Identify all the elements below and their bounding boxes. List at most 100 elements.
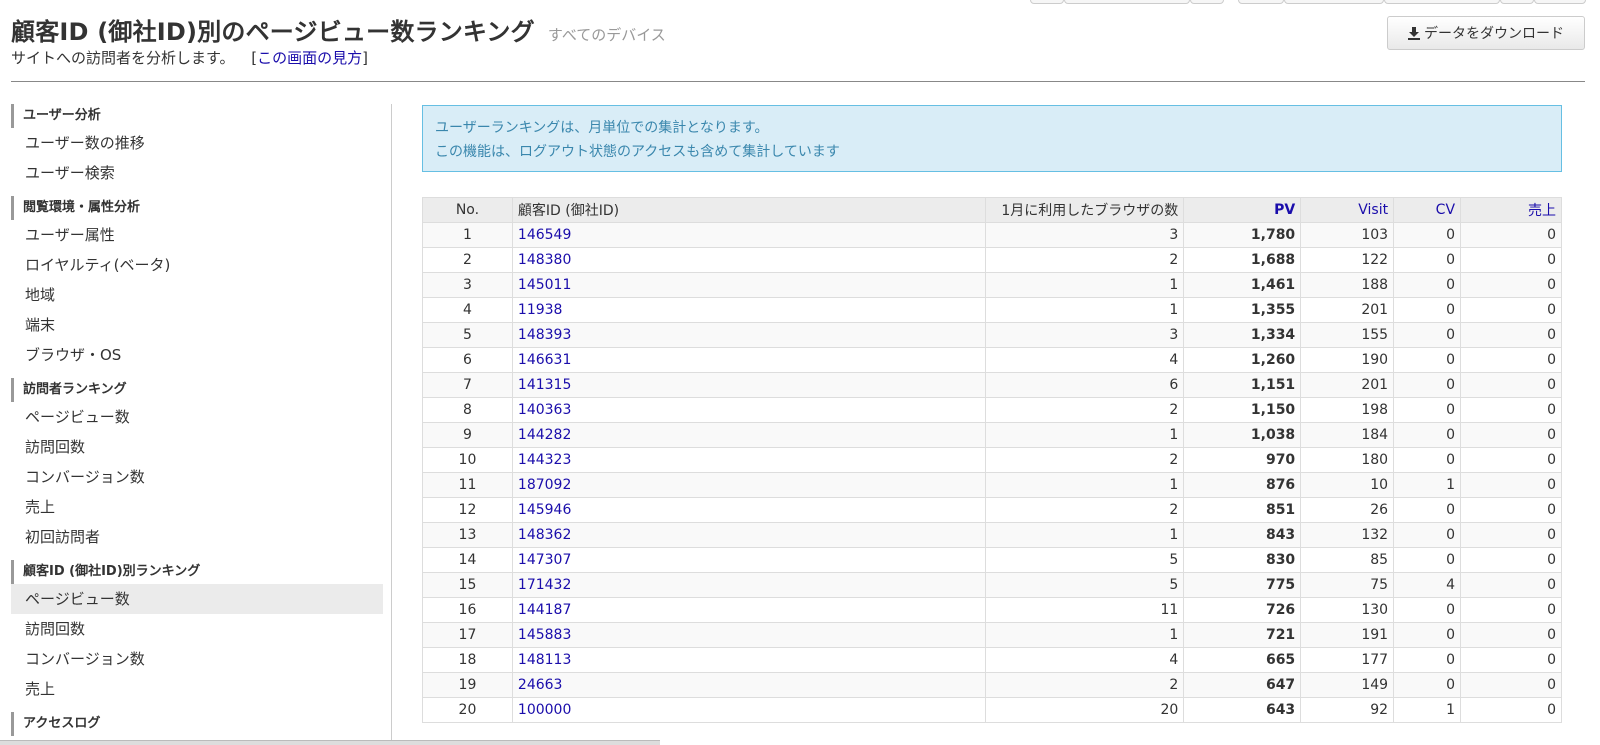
cell-no: 2 xyxy=(422,247,513,273)
table-row: 15 171432 5 775 75 4 0 xyxy=(422,572,1562,598)
cell-id: 141315 xyxy=(511,372,987,398)
top-control-d[interactable] xyxy=(1384,0,1500,4)
download-button[interactable]: データをダウンロード xyxy=(1387,16,1585,50)
cell-browsers: 4 xyxy=(985,647,1185,673)
col-pv[interactable]: PV xyxy=(1183,197,1302,223)
cell-id: 145883 xyxy=(511,622,987,648)
cell-id: 148113 xyxy=(511,647,987,673)
cell-no: 15 xyxy=(422,572,513,598)
cell-visit: 198 xyxy=(1300,397,1395,423)
sidebar-item[interactable]: 初回訪問者 xyxy=(11,522,383,552)
cell-visit: 103 xyxy=(1300,222,1395,248)
customer-id-link[interactable]: 144282 xyxy=(518,427,571,443)
date-select-end[interactable] xyxy=(1284,0,1384,4)
cell-cv: 0 xyxy=(1393,272,1462,298)
sort-sales-link[interactable]: 売上 xyxy=(1528,203,1556,219)
cell-pv: 665 xyxy=(1183,647,1302,673)
table-row: 12 145946 2 851 26 0 0 xyxy=(422,497,1562,523)
customer-id-link[interactable]: 146631 xyxy=(518,352,571,368)
cell-no: 16 xyxy=(422,597,513,623)
cell-no: 19 xyxy=(422,672,513,698)
sidebar-item[interactable]: ユーザー数の推移 xyxy=(11,128,383,158)
sidebar-item[interactable]: ブラウザ・OS xyxy=(11,340,383,370)
top-control-b[interactable] xyxy=(1190,0,1224,4)
horizontal-scrollbar[interactable] xyxy=(0,740,660,745)
cell-pv: 851 xyxy=(1183,497,1302,523)
cell-no: 9 xyxy=(422,422,513,448)
col-cv[interactable]: CV xyxy=(1393,197,1462,223)
top-control-f[interactable] xyxy=(1534,0,1586,4)
sidebar-item[interactable]: ユーザー属性 xyxy=(11,220,383,250)
sidebar-item[interactable]: 訪問回数 xyxy=(11,614,383,644)
help-link[interactable]: この画面の見方 xyxy=(257,49,362,67)
cell-browsers: 20 xyxy=(985,697,1185,723)
cell-browsers: 1 xyxy=(985,422,1185,448)
col-visit[interactable]: Visit xyxy=(1300,197,1395,223)
customer-id-link[interactable]: 145883 xyxy=(518,627,571,643)
customer-id-link[interactable]: 187092 xyxy=(518,477,571,493)
date-select-start[interactable] xyxy=(1064,0,1190,4)
sidebar-item[interactable]: 売上 xyxy=(11,492,383,522)
sort-cv-link[interactable]: CV xyxy=(1436,202,1455,218)
col-customer-id: 顧客ID (御社ID) xyxy=(511,197,987,223)
cell-no: 3 xyxy=(422,272,513,298)
sort-visit-link[interactable]: Visit xyxy=(1358,202,1388,218)
sidebar-item[interactable]: ページビュー数 xyxy=(11,402,383,432)
sidebar-item[interactable]: コンバージョン数 xyxy=(11,462,383,492)
sidebar-item[interactable]: 端末 xyxy=(11,310,383,340)
sort-pv-link[interactable]: PV xyxy=(1274,202,1295,218)
info-line-2: この機能は、ログアウト状態のアクセスも含めて集計しています xyxy=(435,144,840,160)
customer-id-link[interactable]: 144187 xyxy=(518,602,571,618)
cell-cv: 0 xyxy=(1393,522,1462,548)
cell-no: 14 xyxy=(422,547,513,573)
cell-id: 144187 xyxy=(511,597,987,623)
top-control-c[interactable] xyxy=(1238,0,1284,4)
cell-id: 147307 xyxy=(511,547,987,573)
col-browser-count: 1月に利用したブラウザの数 xyxy=(985,197,1185,223)
sidebar-item[interactable]: 売上 xyxy=(11,674,383,704)
cell-cv: 0 xyxy=(1393,322,1462,348)
sidebar-item[interactable]: ユーザー検索 xyxy=(11,158,383,188)
customer-id-link[interactable]: 141315 xyxy=(518,377,571,393)
customer-id-link[interactable]: 171432 xyxy=(518,577,571,593)
customer-id-link[interactable]: 145011 xyxy=(518,277,571,293)
customer-id-link[interactable]: 148393 xyxy=(518,327,571,343)
col-sales[interactable]: 売上 xyxy=(1460,197,1562,223)
sidebar-item[interactable]: ロイヤルティ(ベータ) xyxy=(11,250,383,280)
cell-pv: 1,780 xyxy=(1183,222,1302,248)
cell-visit: 26 xyxy=(1300,497,1395,523)
customer-id-link[interactable]: 144323 xyxy=(518,452,571,468)
cell-visit: 201 xyxy=(1300,372,1395,398)
top-control-e[interactable] xyxy=(1500,0,1534,4)
help-bracket-close: ] xyxy=(362,49,369,67)
customer-id-link[interactable]: 11938 xyxy=(518,302,563,318)
cell-browsers: 3 xyxy=(985,222,1185,248)
cell-no: 6 xyxy=(422,347,513,373)
customer-id-link[interactable]: 148380 xyxy=(518,252,571,268)
customer-id-link[interactable]: 145946 xyxy=(518,502,571,518)
customer-id-link[interactable]: 100000 xyxy=(518,702,571,718)
cell-sales: 0 xyxy=(1460,222,1562,248)
sidebar-item[interactable]: 地域 xyxy=(11,280,383,310)
customer-id-link[interactable]: 147307 xyxy=(518,552,571,568)
customer-id-link[interactable]: 148362 xyxy=(518,527,571,543)
cell-cv: 1 xyxy=(1393,472,1462,498)
cell-sales: 0 xyxy=(1460,572,1562,598)
top-control-a[interactable] xyxy=(1030,0,1064,4)
sidebar-item[interactable]: 訪問回数 xyxy=(11,432,383,462)
table-row: 2 148380 2 1,688 122 0 0 xyxy=(422,247,1562,273)
cell-cv: 0 xyxy=(1393,622,1462,648)
sidebar-item[interactable]: コンバージョン数 xyxy=(11,644,383,674)
cell-browsers: 4 xyxy=(985,347,1185,373)
cell-sales: 0 xyxy=(1460,322,1562,348)
customer-id-link[interactable]: 146549 xyxy=(518,227,571,243)
cell-browsers: 2 xyxy=(985,672,1185,698)
sidebar-item[interactable]: ページビュー数 xyxy=(11,584,383,614)
customer-id-link[interactable]: 24663 xyxy=(518,677,563,693)
cell-cv: 0 xyxy=(1393,347,1462,373)
cell-no: 18 xyxy=(422,647,513,673)
customer-id-link[interactable]: 140363 xyxy=(518,402,571,418)
customer-id-link[interactable]: 148113 xyxy=(518,652,571,668)
cell-sales: 0 xyxy=(1460,672,1562,698)
cell-id: 145011 xyxy=(511,272,987,298)
